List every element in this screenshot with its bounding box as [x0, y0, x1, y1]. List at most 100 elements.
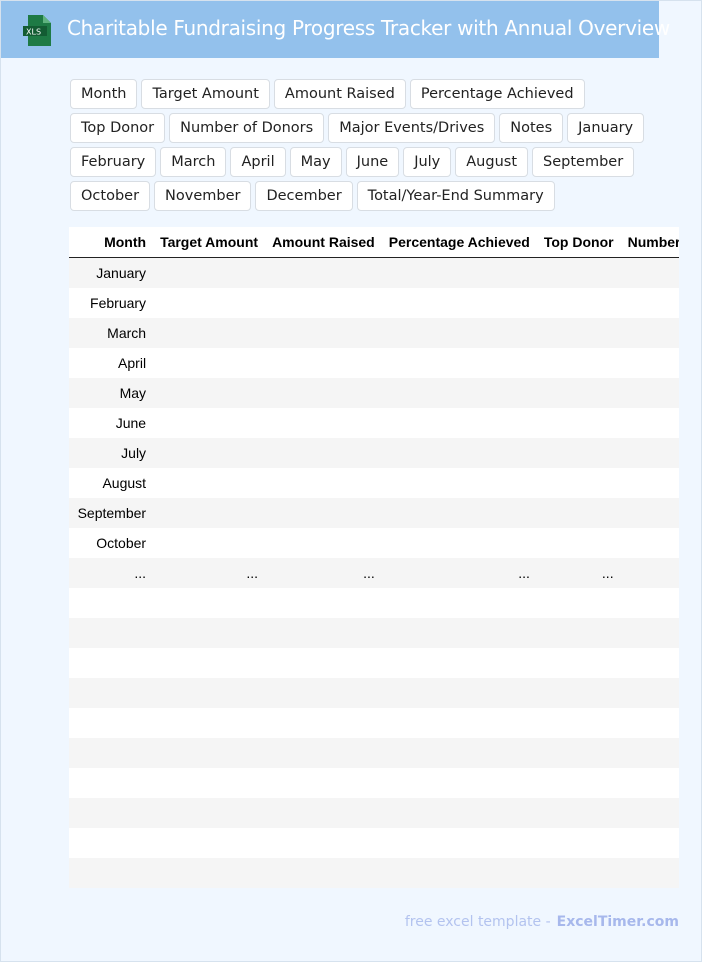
table-cell[interactable]: February	[71, 288, 153, 318]
table-cell[interactable]	[153, 258, 265, 289]
chip-target-amount[interactable]: Target Amount	[141, 79, 270, 109]
table-cell[interactable]	[537, 678, 621, 708]
table-cell[interactable]	[537, 798, 621, 828]
table-cell[interactable]	[153, 468, 265, 498]
chip-december[interactable]: December	[255, 181, 353, 211]
table-cell[interactable]: January	[71, 258, 153, 289]
table-cell[interactable]: August	[71, 468, 153, 498]
table-cell[interactable]	[621, 408, 679, 438]
table-cell[interactable]	[382, 378, 537, 408]
table-cell[interactable]	[382, 858, 537, 888]
table-cell[interactable]	[71, 738, 153, 768]
table-cell[interactable]	[537, 618, 621, 648]
table-cell[interactable]	[265, 618, 382, 648]
table-cell[interactable]	[265, 738, 382, 768]
table-cell[interactable]	[382, 498, 537, 528]
table-cell[interactable]	[382, 798, 537, 828]
chip-may[interactable]: May	[289, 147, 342, 177]
table-cell[interactable]	[71, 588, 153, 618]
chip-september[interactable]: September	[532, 147, 635, 177]
table-cell[interactable]	[153, 828, 265, 858]
table-cell[interactable]	[153, 288, 265, 318]
table-cell[interactable]	[153, 528, 265, 558]
table-cell[interactable]	[153, 348, 265, 378]
table-cell[interactable]	[265, 798, 382, 828]
table-cell[interactable]	[382, 708, 537, 738]
table-cell[interactable]: June	[71, 408, 153, 438]
table-cell[interactable]	[537, 828, 621, 858]
table-cell[interactable]	[265, 678, 382, 708]
column-header[interactable]: Number of Donors	[620, 227, 679, 258]
table-cell[interactable]	[537, 528, 621, 558]
table-cell[interactable]	[382, 468, 537, 498]
table-cell[interactable]	[71, 798, 153, 828]
table-cell[interactable]	[621, 378, 679, 408]
table-cell[interactable]	[265, 708, 382, 738]
table-cell[interactable]: March	[71, 318, 153, 348]
table-cell[interactable]	[265, 498, 382, 528]
table-cell[interactable]	[382, 768, 537, 798]
chip-november[interactable]: November	[154, 181, 252, 211]
table-cell[interactable]	[382, 318, 537, 348]
table-cell[interactable]	[153, 378, 265, 408]
table-cell[interactable]	[382, 528, 537, 558]
table-cell[interactable]	[621, 288, 679, 318]
table-cell[interactable]	[71, 858, 153, 888]
chip-february[interactable]: February	[70, 147, 157, 177]
table-cell[interactable]	[537, 408, 621, 438]
table-cell[interactable]	[71, 828, 153, 858]
table-cell[interactable]	[537, 348, 621, 378]
column-header[interactable]: Top Donor	[536, 227, 621, 258]
table-cell[interactable]	[265, 408, 382, 438]
table-cell[interactable]	[71, 678, 153, 708]
table-cell[interactable]	[621, 858, 679, 888]
table-cell[interactable]	[153, 798, 265, 828]
table-cell[interactable]	[382, 678, 537, 708]
chip-notes[interactable]: Notes	[499, 113, 564, 143]
table-cell[interactable]	[153, 408, 265, 438]
table-cell[interactable]: ...	[265, 558, 382, 588]
table-cell[interactable]: April	[71, 348, 153, 378]
table-cell[interactable]	[382, 828, 537, 858]
table-cell[interactable]	[265, 768, 382, 798]
table-cell[interactable]	[382, 738, 537, 768]
chip-august[interactable]: August	[455, 147, 529, 177]
table-cell[interactable]	[265, 828, 382, 858]
table-cell[interactable]	[265, 318, 382, 348]
table-cell[interactable]	[621, 498, 679, 528]
chip-total-year-end-summary[interactable]: Total/Year-End Summary	[356, 181, 555, 211]
table-cell[interactable]	[265, 648, 382, 678]
table-cell[interactable]	[621, 348, 679, 378]
table-cell[interactable]	[265, 858, 382, 888]
chip-april[interactable]: April	[230, 147, 286, 177]
table-cell[interactable]: July	[71, 438, 153, 468]
table-cell[interactable]	[382, 288, 537, 318]
chip-october[interactable]: October	[70, 181, 151, 211]
table-cell[interactable]	[265, 348, 382, 378]
column-header[interactable]: Month	[70, 227, 154, 258]
table-cell[interactable]	[71, 708, 153, 738]
table-cell[interactable]	[537, 858, 621, 888]
table-cell[interactable]	[153, 648, 265, 678]
table-cell[interactable]	[265, 258, 382, 289]
table-cell[interactable]	[621, 648, 679, 678]
table-cell[interactable]	[382, 258, 537, 289]
table-cell[interactable]	[537, 438, 621, 468]
table-cell[interactable]	[621, 558, 679, 588]
table-cell[interactable]	[537, 648, 621, 678]
table-cell[interactable]	[382, 648, 537, 678]
column-header[interactable]: Percentage Achieved	[381, 227, 537, 258]
chip-june[interactable]: June	[345, 147, 400, 177]
chip-march[interactable]: March	[160, 147, 227, 177]
table-cell[interactable]	[382, 408, 537, 438]
table-cell[interactable]: September	[71, 498, 153, 528]
table-cell[interactable]	[537, 258, 621, 289]
table-cell[interactable]	[153, 618, 265, 648]
table-cell[interactable]	[265, 588, 382, 618]
table-cell[interactable]	[621, 738, 679, 768]
table-cell[interactable]	[71, 768, 153, 798]
table-cell[interactable]	[153, 498, 265, 528]
table-cell[interactable]	[382, 618, 537, 648]
chip-top-donor[interactable]: Top Donor	[70, 113, 166, 143]
table-cell[interactable]	[621, 828, 679, 858]
